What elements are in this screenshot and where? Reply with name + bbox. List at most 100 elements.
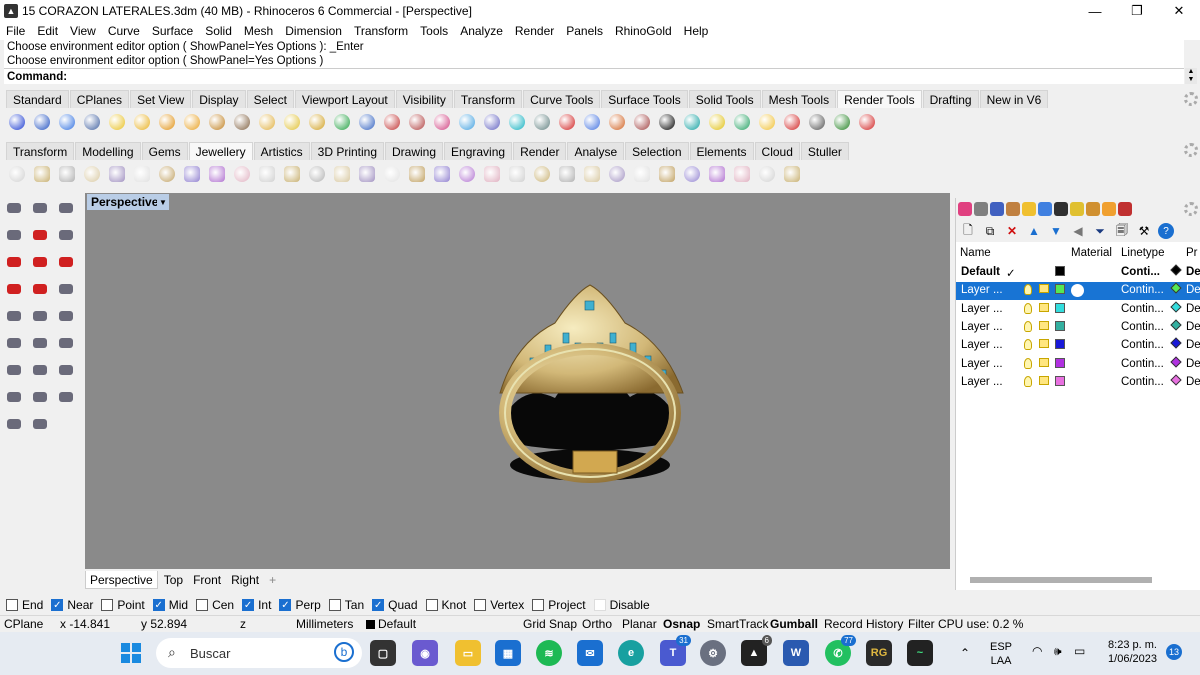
osnap-vertex[interactable]: Vertex <box>474 598 524 612</box>
spotify-icon[interactable]: ≋ <box>536 640 562 666</box>
tab-selection[interactable]: Selection <box>625 142 689 160</box>
layer-linetype[interactable]: Contin... <box>1121 376 1164 388</box>
gear-icon[interactable] <box>1184 143 1198 157</box>
plane-side-icon[interactable] <box>56 333 76 353</box>
lightbulb-icon[interactable] <box>1024 284 1032 296</box>
rhinogold-panel-icon[interactable] <box>1054 202 1068 216</box>
new-sublayer-icon[interactable]: ⧉ <box>982 223 998 239</box>
tab-stuller[interactable]: Stuller <box>800 142 849 160</box>
undo-view-icon[interactable] <box>30 414 50 434</box>
zoom-window-icon[interactable] <box>4 387 24 407</box>
osnap-toggle[interactable]: Osnap <box>663 617 700 631</box>
spotlight-bubble-icon[interactable] <box>706 111 728 133</box>
tab-select[interactable]: Select <box>246 90 294 108</box>
groundplane-icon[interactable] <box>681 111 703 133</box>
skylight-icon[interactable] <box>306 111 328 133</box>
clock[interactable]: 8:23 p. m. 1/06/2023 <box>1100 638 1165 666</box>
sphere-render-icon[interactable] <box>581 111 603 133</box>
layer-row[interactable]: Layer ... Contin... De <box>956 319 1200 337</box>
bulb-icon[interactable] <box>1070 202 1084 216</box>
material-library-icon[interactable] <box>356 111 378 133</box>
zoom-icon[interactable] <box>56 360 76 380</box>
viewport-tab-top[interactable]: Top <box>160 571 187 589</box>
tab-cplanes[interactable]: CPlanes <box>69 90 130 108</box>
file-explorer-icon[interactable]: ▭ <box>455 640 481 666</box>
layer-row[interactable]: Default ✓ Conti... De <box>956 264 1200 282</box>
layer-name[interactable]: Layer ... <box>961 358 1003 370</box>
ball-icon[interactable] <box>606 111 628 133</box>
menu-rhinogold[interactable]: RhinoGold <box>615 24 672 38</box>
layer-row[interactable]: Layer ... Contin... De <box>956 337 1200 355</box>
spotlight-icon[interactable] <box>106 111 128 133</box>
menu-render[interactable]: Render <box>515 24 554 38</box>
select-icon[interactable] <box>4 198 24 218</box>
osnap-mid[interactable]: ✓ Mid <box>152 598 188 612</box>
new-layer-icon[interactable]: 🗋 <box>960 223 976 239</box>
render-icon[interactable] <box>1006 202 1020 216</box>
checkbox[interactable] <box>593 599 606 611</box>
units-label[interactable]: Millimeters <box>296 617 353 631</box>
box-mapping-icon[interactable] <box>481 111 503 133</box>
current-layer[interactable]: Default <box>378 617 416 631</box>
ortho-toggle[interactable]: Ortho <box>582 617 612 631</box>
chain-icon[interactable] <box>556 163 578 185</box>
move-parent-icon[interactable]: ◀ <box>1070 223 1086 239</box>
plane-top-icon[interactable] <box>30 333 50 353</box>
purple-gem-icon[interactable] <box>506 163 528 185</box>
tab-solid-tools[interactable]: Solid Tools <box>688 90 761 108</box>
layer-linetype[interactable]: Contin... <box>1121 358 1164 370</box>
layer-print-width[interactable]: De <box>1186 266 1200 278</box>
camera-icon[interactable] <box>56 279 76 299</box>
tab-cloud[interactable]: Cloud <box>754 142 800 160</box>
layer-color-swatch[interactable] <box>1055 266 1065 276</box>
rhinogold-icon[interactable]: RG <box>866 640 892 666</box>
cplane-label[interactable]: CPlane <box>4 617 43 631</box>
menu-tools[interactable]: Tools <box>420 24 448 38</box>
tab-modelling[interactable]: Modelling <box>75 142 141 160</box>
layer-print-width[interactable]: De <box>1186 284 1200 296</box>
projector-light-icon[interactable] <box>231 111 253 133</box>
car-side-icon[interactable] <box>30 252 50 272</box>
menu-panels[interactable]: Panels <box>566 24 603 38</box>
rotate-icon[interactable] <box>30 306 50 326</box>
box-icon[interactable] <box>56 225 76 245</box>
menu-surface[interactable]: Surface <box>152 24 193 38</box>
engrave-icon[interactable] <box>756 163 778 185</box>
lock-icon[interactable] <box>1039 375 1049 385</box>
layer-color-swatch[interactable] <box>1055 284 1065 295</box>
header-name[interactable]: Name <box>960 247 991 259</box>
menu-curve[interactable]: Curve <box>108 24 140 38</box>
play-icon[interactable] <box>831 111 853 133</box>
viewport-tab-perspective[interactable]: Perspective <box>85 571 158 589</box>
render-settings-icon[interactable] <box>81 111 103 133</box>
polyline-icon[interactable] <box>56 198 76 218</box>
ring-model[interactable] <box>85 193 950 569</box>
chevron-up-icon[interactable]: ⌃ <box>960 646 970 660</box>
ring-size-icon[interactable] <box>6 163 28 185</box>
gumball-toggle[interactable]: Gumball <box>770 617 818 631</box>
snapshot-icon[interactable] <box>731 111 753 133</box>
tab-transform[interactable]: Transform <box>6 142 75 160</box>
wire-icon[interactable] <box>731 163 753 185</box>
render-window-icon[interactable] <box>556 111 578 133</box>
tab-render-tools[interactable]: Render Tools <box>837 90 922 108</box>
point-light-icon[interactable] <box>131 111 153 133</box>
lightbulb-icon[interactable] <box>1024 302 1032 314</box>
tab-gems[interactable]: Gems <box>141 142 188 160</box>
lightbulb-icon[interactable] <box>1024 375 1032 387</box>
layer-linetype[interactable]: Conti... <box>1121 266 1160 278</box>
texture-icon[interactable] <box>406 111 428 133</box>
ring-profile-icon[interactable] <box>81 163 103 185</box>
grid-snap-toggle[interactable]: Grid Snap <box>523 617 577 631</box>
target-icon[interactable] <box>56 387 76 407</box>
car-icon[interactable] <box>30 225 50 245</box>
car-front-icon[interactable] <box>4 279 24 299</box>
arrow-down-icon[interactable] <box>456 163 478 185</box>
osnap-perp[interactable]: ✓ Perp <box>279 598 321 612</box>
menu-view[interactable]: View <box>70 24 96 38</box>
checkbox[interactable] <box>6 599 18 611</box>
osnap-point[interactable]: Point <box>101 598 145 612</box>
twist-band-icon[interactable] <box>531 163 553 185</box>
bezel-icon[interactable] <box>281 163 303 185</box>
material-icon[interactable] <box>990 202 1004 216</box>
